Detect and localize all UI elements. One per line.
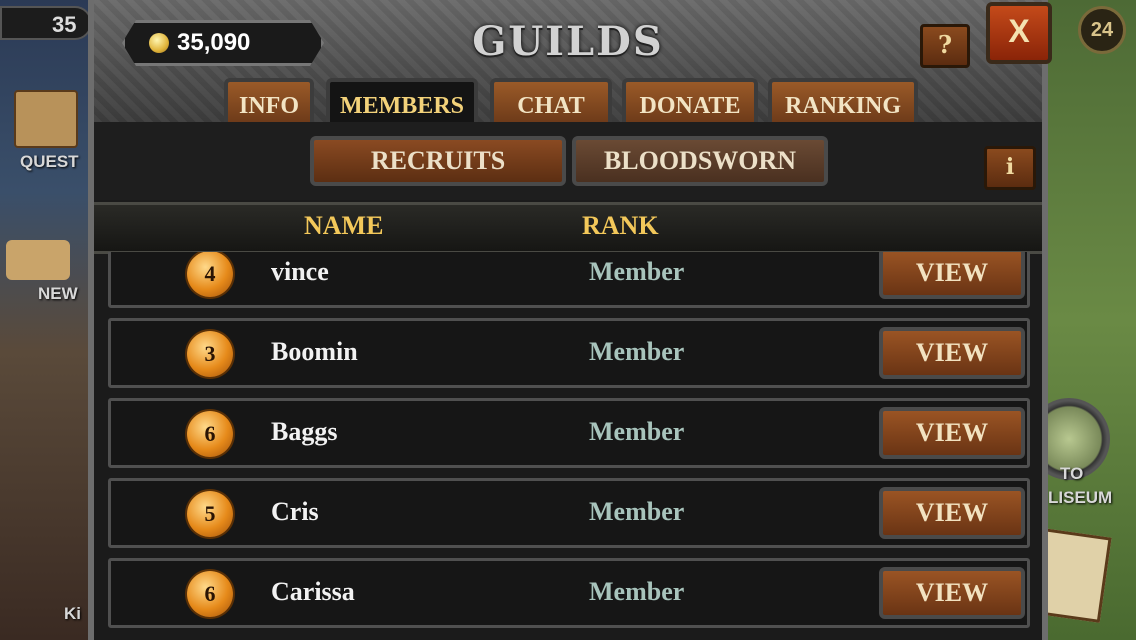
table-row: 3 Boomin Member VIEW <box>108 318 1030 388</box>
hud-gold-counter: 35 <box>0 6 92 40</box>
member-rank: Member <box>589 257 685 286</box>
info-button[interactable]: i <box>984 146 1036 190</box>
news-label: NEW <box>38 284 78 303</box>
view-button[interactable]: VIEW <box>879 252 1025 299</box>
member-rank: Member <box>589 497 685 526</box>
rank-column-label: RANK <box>582 211 659 240</box>
tab-chat[interactable]: CHAT <box>490 78 612 126</box>
page-title: GUILDS <box>472 18 664 65</box>
member-rank: Member <box>589 577 685 606</box>
table-row: 6 Carissa Member VIEW <box>108 558 1030 628</box>
member-name: Carissa <box>271 577 355 606</box>
view-button[interactable]: VIEW <box>879 487 1025 539</box>
table-row: 5 Cris Member VIEW <box>108 478 1030 548</box>
subtab-bar <box>94 122 1042 200</box>
name-column-label: NAME <box>304 211 384 240</box>
member-list[interactable]: 4 vince Member VIEW 3 Boomin Member VIEW… <box>108 252 1030 640</box>
quest-book-icon[interactable] <box>14 90 78 148</box>
quests-label: QUEST <box>20 152 79 171</box>
member-name: Cris <box>271 497 319 526</box>
member-rank: Member <box>589 417 685 446</box>
level-badge: 5 <box>187 491 233 537</box>
level-badge: 6 <box>187 571 233 617</box>
tab-info[interactable]: INFO <box>224 78 314 126</box>
news-icon[interactable] <box>6 240 70 280</box>
table-row: 6 Baggs Member VIEW <box>108 398 1030 468</box>
level-badge: 4 <box>187 252 233 297</box>
tab-donate[interactable]: DONATE <box>622 78 758 126</box>
table-row: 4 vince Member VIEW <box>108 252 1030 308</box>
view-button[interactable]: VIEW <box>879 407 1025 459</box>
member-name: Boomin <box>271 337 358 366</box>
recruits-button[interactable]: RECRUITS <box>310 136 566 186</box>
member-rank: Member <box>589 337 685 366</box>
close-button[interactable]: X <box>986 2 1052 64</box>
bottom-left-label: Ki <box>64 604 81 623</box>
tab-members[interactable]: MEMBERS <box>326 78 478 126</box>
colosseum-label-top: TO <box>1060 464 1084 483</box>
level-badge: 6 <box>187 411 233 457</box>
hud-level-badge: 24 <box>1078 6 1126 54</box>
column-header: NAME RANK <box>94 202 1042 254</box>
view-button[interactable]: VIEW <box>879 327 1025 379</box>
member-name: Baggs <box>271 417 338 446</box>
help-button[interactable]: ? <box>920 24 970 68</box>
member-name: vince <box>271 257 329 286</box>
tab-ranking[interactable]: RANKING <box>768 78 918 126</box>
guilds-panel: 35,090 GUILDS ? INFO MEMBERS CHAT DONATE… <box>88 0 1048 640</box>
bloodsworn-button[interactable]: BLOODSWORN <box>572 136 828 186</box>
colosseum-label: LISEUM <box>1048 488 1113 507</box>
view-button[interactable]: VIEW <box>879 567 1025 619</box>
level-badge: 3 <box>187 331 233 377</box>
